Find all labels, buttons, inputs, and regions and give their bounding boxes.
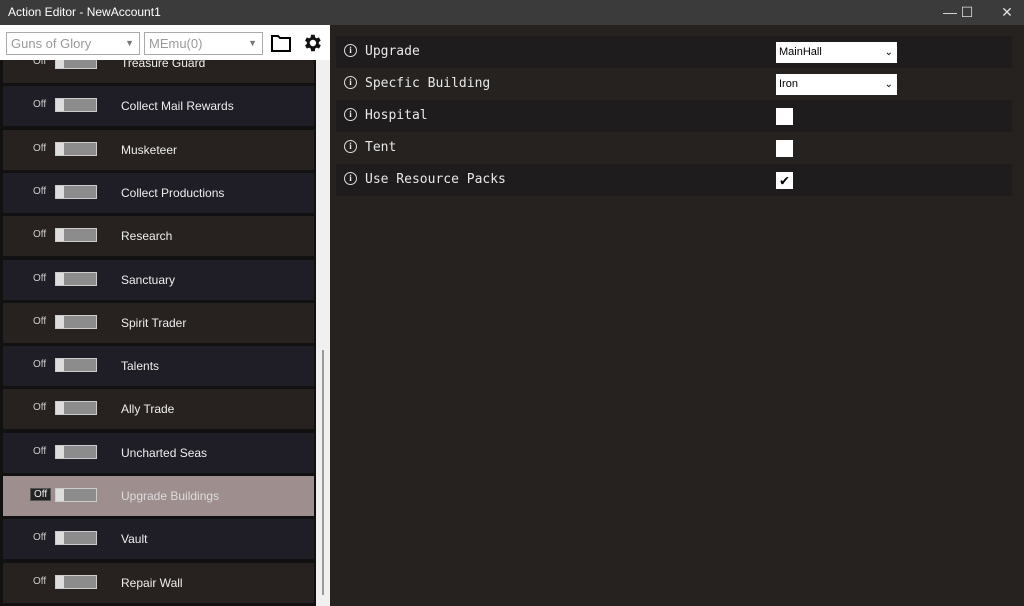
setting-row: i Tent: [336, 132, 1012, 164]
action-label: Spirit Trader: [121, 316, 186, 330]
setting-label: Upgrade: [365, 44, 420, 59]
action-row[interactable]: Off Repair Wall: [3, 563, 314, 603]
action-row[interactable]: Off Collect Productions: [3, 173, 314, 213]
action-row[interactable]: Off Ally Trade: [3, 389, 314, 429]
action-label: Treasure Guard: [121, 60, 205, 70]
toggle-switch[interactable]: [55, 228, 97, 242]
setting-checkbox[interactable]: [776, 108, 793, 125]
action-row[interactable]: Off Upgrade Buildings: [3, 476, 314, 516]
info-icon[interactable]: i: [344, 172, 357, 185]
toggle-state: Off: [33, 532, 46, 543]
emulator-select[interactable]: MEmu(0) ▼: [144, 32, 263, 55]
chevron-down-icon: ⌄: [885, 74, 893, 95]
toggle-state: Off: [33, 273, 46, 284]
game-value: Guns of Glory: [11, 36, 91, 51]
toggle-state: Off: [33, 143, 46, 154]
toggle-switch[interactable]: [55, 185, 97, 199]
select-value: MainHall: [779, 46, 822, 58]
chevron-down-icon: ▼: [248, 33, 257, 54]
toggle-switch[interactable]: [55, 531, 97, 545]
toggle-switch[interactable]: [55, 358, 97, 372]
toggle-state: Off: [33, 402, 46, 413]
scrollbar-thumb[interactable]: [322, 350, 324, 595]
action-row[interactable]: Off Spirit Trader: [3, 303, 314, 343]
setting-checkbox[interactable]: ✔: [776, 172, 793, 189]
toggle-switch[interactable]: [55, 272, 97, 286]
title-bar: Action Editor - NewAccount1 — ☐✕: [0, 0, 1024, 25]
folder-icon[interactable]: [270, 33, 292, 53]
action-row[interactable]: Off Research: [3, 216, 314, 256]
action-label: Collect Mail Rewards: [121, 99, 234, 113]
close-button[interactable]: ✕: [990, 0, 1024, 25]
chevron-down-icon: ▼: [125, 33, 134, 54]
maximize-button[interactable]: ☐: [950, 0, 984, 25]
toolbar: Guns of Glory ▼ MEmu(0) ▼: [0, 25, 330, 60]
setting-label: Hospital: [365, 108, 428, 123]
action-label: Collect Productions: [121, 186, 224, 200]
setting-row: i Specfic Building Iron ⌄: [336, 68, 1012, 100]
info-icon[interactable]: i: [344, 140, 357, 153]
action-row[interactable]: Off Treasure Guard: [3, 60, 314, 83]
action-label: Musketeer: [121, 143, 177, 157]
setting-select[interactable]: MainHall ⌄: [776, 42, 897, 63]
setting-label: Specfic Building: [365, 76, 490, 91]
action-label: Uncharted Seas: [121, 446, 207, 460]
action-row[interactable]: Off Talents: [3, 346, 314, 386]
action-label: Upgrade Buildings: [121, 489, 219, 503]
toggle-switch[interactable]: [55, 401, 97, 415]
action-row[interactable]: Off Sanctuary: [3, 260, 314, 300]
toggle-switch[interactable]: [55, 60, 97, 69]
scrollbar[interactable]: [316, 60, 330, 606]
info-icon[interactable]: i: [344, 76, 357, 89]
toggle-switch[interactable]: [55, 575, 97, 589]
toggle-state: Off: [33, 576, 46, 587]
chevron-down-icon: ⌄: [885, 42, 893, 63]
window-title: Action Editor - NewAccount1: [8, 5, 161, 19]
action-row[interactable]: Off Musketeer: [3, 130, 314, 170]
toggle-switch[interactable]: [55, 488, 97, 502]
toggle-state: Off: [33, 359, 46, 370]
toggle-state: Off: [33, 60, 46, 67]
setting-label: Use Resource Packs: [365, 172, 506, 187]
action-label: Vault: [121, 532, 147, 546]
toggle-state: Off: [33, 99, 46, 110]
emulator-value: MEmu(0): [149, 36, 202, 51]
setting-select[interactable]: Iron ⌄: [776, 74, 897, 95]
toggle-state: Off: [33, 446, 46, 457]
info-icon[interactable]: i: [344, 108, 357, 121]
toggle-state: Off: [30, 488, 51, 501]
toggle-switch[interactable]: [55, 315, 97, 329]
toggle-state: Off: [33, 186, 46, 197]
toggle-state: Off: [33, 229, 46, 240]
action-label: Research: [121, 229, 172, 243]
action-label: Ally Trade: [121, 402, 174, 416]
toggle-switch[interactable]: [55, 98, 97, 112]
select-value: Iron: [779, 78, 798, 90]
setting-row: i Use Resource Packs ✔: [336, 164, 1012, 196]
settings-panel: iUpgradeMainHall⌄iSpecfic BuildingIron⌄i…: [330, 25, 1024, 606]
action-label: Sanctuary: [121, 273, 175, 287]
setting-label: Tent: [365, 140, 396, 155]
toggle-state: Off: [33, 316, 46, 327]
setting-row: i Hospital: [336, 100, 1012, 132]
gear-icon[interactable]: [301, 32, 323, 54]
action-label: Talents: [121, 359, 159, 373]
toggle-switch[interactable]: [55, 445, 97, 459]
action-list: Off Treasure Guard Off Collect Mail Rewards…: [0, 60, 316, 606]
info-icon[interactable]: i: [344, 44, 357, 57]
setting-row: i Upgrade MainHall ⌄: [336, 36, 1012, 68]
action-row[interactable]: Off Vault: [3, 519, 314, 559]
check-icon: ✔: [780, 171, 789, 189]
setting-checkbox[interactable]: [776, 140, 793, 157]
action-row[interactable]: Off Collect Mail Rewards: [3, 86, 314, 126]
action-label: Repair Wall: [121, 576, 183, 590]
game-select[interactable]: Guns of Glory ▼: [6, 32, 140, 55]
toggle-switch[interactable]: [55, 142, 97, 156]
action-row[interactable]: Off Uncharted Seas: [3, 433, 314, 473]
